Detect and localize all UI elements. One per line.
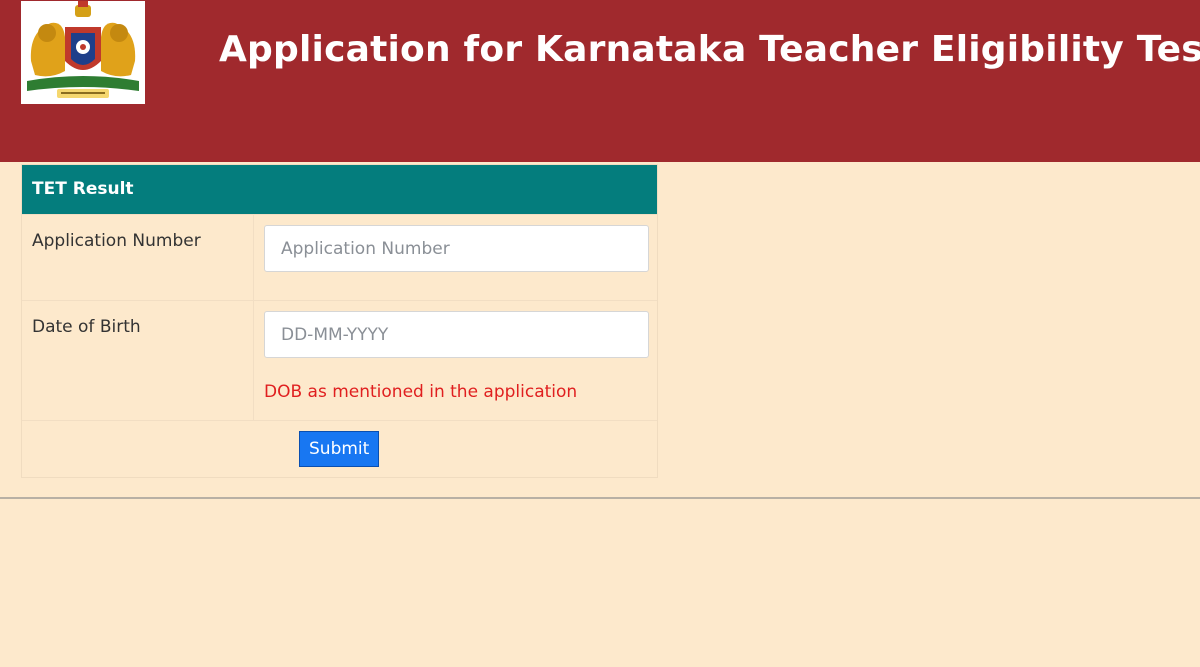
submit-button[interactable]: Submit <box>299 431 380 467</box>
date-of-birth-cell: DOB as mentioned in the application <box>253 300 657 421</box>
submit-cell: Submit <box>22 420 657 477</box>
application-number-cell <box>253 214 657 301</box>
page-divider <box>0 497 1200 499</box>
dob-hint-text: DOB as mentioned in the application <box>264 382 578 402</box>
application-number-input[interactable] <box>264 225 649 272</box>
application-number-label: Application Number <box>22 214 254 301</box>
date-of-birth-label: Date of Birth <box>22 300 254 421</box>
tet-result-panel: TET Result Application Number Date of Bi… <box>21 164 658 478</box>
date-of-birth-input[interactable] <box>264 311 649 358</box>
karnataka-emblem-icon <box>21 1 145 104</box>
page-title: Application for Karnataka Teacher Eligib… <box>219 29 1200 70</box>
form-row-submit: Submit <box>22 420 657 477</box>
form-row-date-of-birth: Date of Birth DOB as mentioned in the ap… <box>22 300 657 421</box>
result-form: Application Number Date of Birth DOB as … <box>22 214 657 477</box>
form-row-application-number: Application Number <box>22 214 657 301</box>
panel-heading: TET Result <box>22 165 657 214</box>
site-header: Application for Karnataka Teacher Eligib… <box>0 0 1200 162</box>
